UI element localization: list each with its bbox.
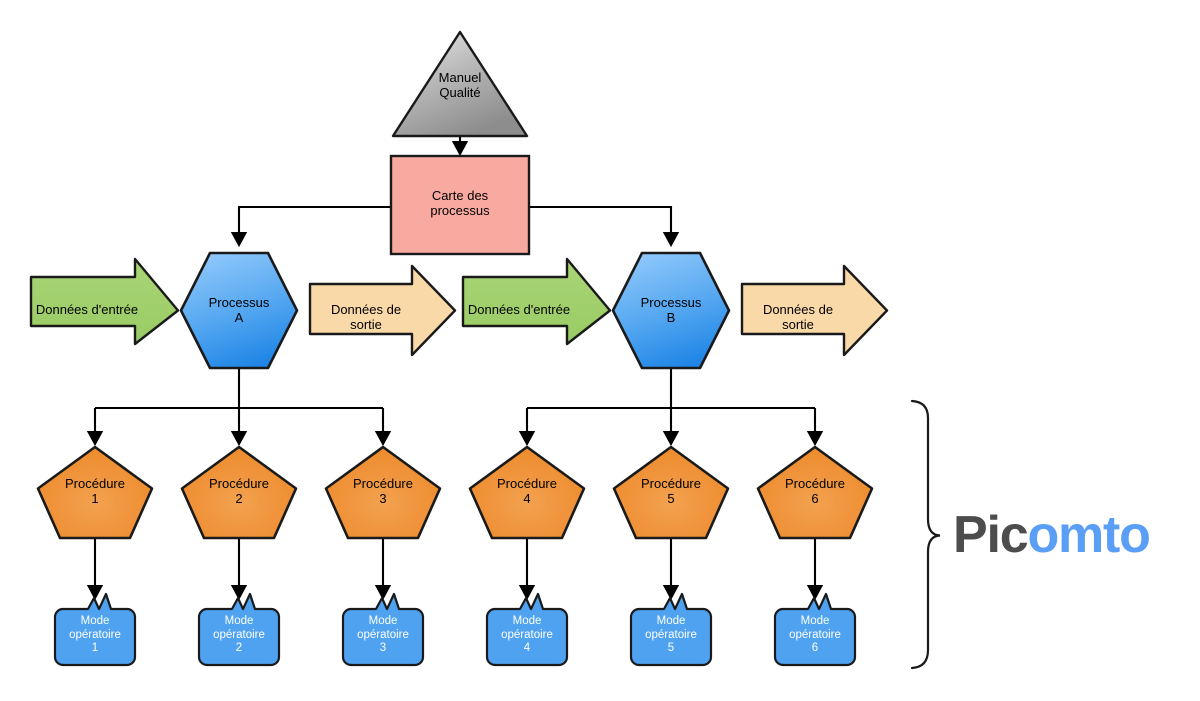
shape-mode-operatoire-2[interactable] xyxy=(197,592,281,667)
picomto-logo[interactable]: Picomto xyxy=(953,506,1151,564)
arrow-donnees-entree-1[interactable] xyxy=(29,257,180,346)
logo-text-part2: omto xyxy=(1027,506,1150,564)
shape-mode-operatoire-4[interactable] xyxy=(485,592,569,667)
diagram-shapes-layer xyxy=(29,30,941,670)
mode-operatoire-group xyxy=(53,592,857,667)
logo-text-part1: Pic xyxy=(953,506,1029,564)
shape-mode-operatoire-3[interactable] xyxy=(341,592,425,667)
shape-mode-operatoire-1[interactable] xyxy=(53,592,137,667)
curly-brace xyxy=(910,399,941,670)
shape-procedure-1[interactable] xyxy=(36,445,154,540)
shape-processus-a[interactable] xyxy=(179,251,299,370)
arrow-donnees-sortie-1[interactable] xyxy=(308,264,457,357)
procedure-pentagon-group xyxy=(36,445,874,540)
shape-mode-operatoire-5[interactable] xyxy=(629,592,713,667)
shape-procedure-2[interactable] xyxy=(180,445,298,540)
shape-processus-b[interactable] xyxy=(611,251,731,370)
shape-procedure-5[interactable] xyxy=(612,445,730,540)
arrow-donnees-sortie-2[interactable] xyxy=(740,264,889,357)
shape-procedure-3[interactable] xyxy=(324,445,442,540)
shape-carte-des-processus[interactable] xyxy=(389,154,531,256)
shape-procedure-6[interactable] xyxy=(756,445,874,540)
shape-procedure-4[interactable] xyxy=(468,445,586,540)
arrow-donnees-entree-2[interactable] xyxy=(461,257,612,346)
connector-map-to-process-a xyxy=(230,205,391,248)
shape-mode-operatoire-6[interactable] xyxy=(773,592,857,667)
shape-manuel-qualite[interactable] xyxy=(391,30,529,138)
diagram-canvas: Manuel Qualité Carte des processus Proce… xyxy=(0,0,1200,701)
connector-map-to-process-b xyxy=(529,205,680,248)
